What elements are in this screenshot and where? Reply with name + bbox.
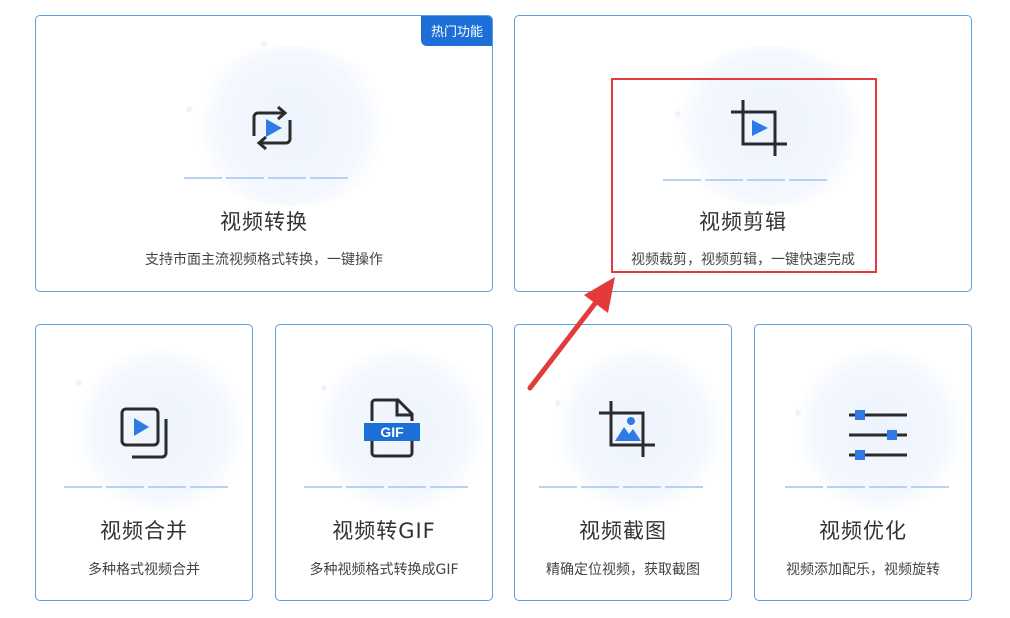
hot-feature-badge: 热门功能	[420, 16, 492, 46]
card-title: 视频转GIF	[332, 519, 436, 543]
decoration-dot	[795, 410, 801, 416]
card-divider	[184, 177, 348, 179]
card-video-convert[interactable]: 热门功能 视频转换 支持市面主流视频格式转换，一键操作	[35, 15, 493, 292]
highlight-box	[611, 78, 877, 273]
card-divider	[304, 486, 468, 488]
decoration-dot	[261, 41, 267, 47]
card-title: 视频合并	[100, 519, 188, 543]
sliders-icon	[849, 410, 907, 460]
card-title: 视频转换	[220, 210, 308, 234]
card-video-optimize[interactable]: 视频优化 视频添加配乐，视频旋转	[754, 324, 972, 601]
card-description: 视频添加配乐，视频旋转	[786, 562, 940, 578]
card-description: 多种视频格式转换成GIF	[309, 562, 459, 578]
video-convert-icon	[252, 105, 292, 151]
card-title: 视频优化	[819, 519, 907, 543]
card-description: 支持市面主流视频格式转换，一键操作	[145, 252, 383, 268]
decoration-dot	[555, 400, 561, 406]
gif-file-icon: GIF	[364, 398, 420, 458]
card-video-merge[interactable]: 视频合并 多种格式视频合并	[35, 324, 253, 601]
card-description: 精确定位视频，获取截图	[546, 562, 700, 578]
video-merge-icon	[120, 407, 168, 459]
card-description: 多种格式视频合并	[88, 562, 200, 578]
red-arrow-annotation	[527, 277, 615, 391]
decoration-dot	[321, 385, 327, 391]
decoration-dot	[76, 380, 82, 386]
image-crop-icon	[599, 401, 655, 457]
card-divider	[785, 486, 949, 488]
gif-icon-label: GIF	[380, 424, 404, 440]
decoration-dot	[186, 106, 192, 112]
card-title: 视频截图	[579, 519, 667, 543]
card-divider	[64, 486, 228, 488]
card-video-to-gif[interactable]: GIF 视频转GIF 多种视频格式转换成GIF	[275, 324, 493, 601]
card-divider	[539, 486, 703, 488]
